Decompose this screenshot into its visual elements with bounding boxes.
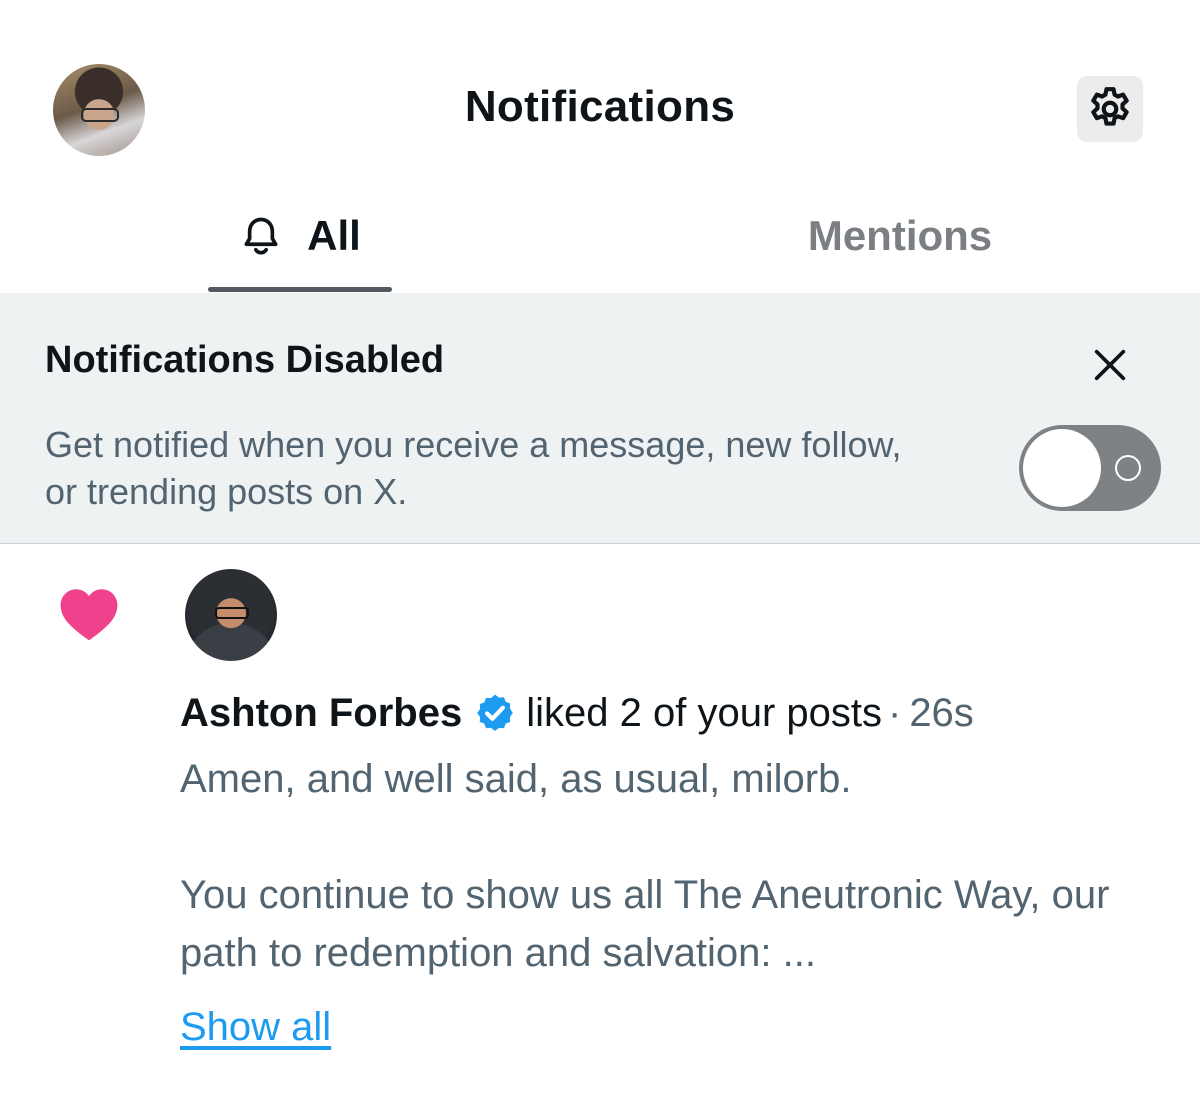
heart-icon bbox=[60, 589, 118, 641]
verified-badge-icon bbox=[477, 694, 514, 731]
notification-header: Ashton Forbes liked 2 of your posts · 26… bbox=[180, 687, 974, 739]
tab-label: Mentions bbox=[807, 212, 993, 259]
post-preview-text: Amen, and well said, as usual, milorb. Y… bbox=[180, 757, 1110, 975]
show-all-link[interactable]: Show all bbox=[180, 1005, 331, 1050]
action-text: liked 2 of your posts bbox=[526, 690, 882, 735]
time-separator: · bbox=[887, 690, 902, 735]
user-name[interactable]: Ashton Forbes bbox=[180, 691, 462, 736]
header: Notifications bbox=[0, 0, 1200, 180]
notification-item[interactable]: Ashton Forbes liked 2 of your posts · 26… bbox=[0, 545, 1200, 1094]
tab-label: All bbox=[307, 212, 361, 259]
banner-close-button[interactable] bbox=[1088, 343, 1132, 387]
close-icon bbox=[1094, 349, 1126, 381]
tab-mentions[interactable]: Mentions bbox=[700, 180, 1100, 292]
active-tab-indicator bbox=[208, 287, 392, 292]
tab-bar: All Mentions bbox=[0, 180, 1200, 292]
user-avatar[interactable] bbox=[185, 569, 277, 661]
gear-icon bbox=[1091, 87, 1129, 126]
toggle-off-indicator bbox=[1115, 455, 1141, 481]
banner-description: Get notified when you receive a message,… bbox=[45, 424, 902, 512]
settings-button[interactable] bbox=[1077, 76, 1143, 142]
notifications-disabled-banner: Notifications Disabled Get notified when… bbox=[0, 293, 1200, 544]
timestamp: 26s bbox=[909, 690, 974, 735]
page-title: Notifications bbox=[464, 82, 736, 131]
banner-title: Notifications Disabled bbox=[45, 339, 445, 381]
notifications-screen: Notifications All Mentions Notifications… bbox=[0, 0, 1200, 1094]
tab-all[interactable]: All bbox=[208, 180, 392, 292]
bell-icon bbox=[244, 217, 278, 255]
toggle-knob bbox=[1023, 429, 1101, 507]
avatar-glasses bbox=[215, 607, 249, 619]
notifications-toggle[interactable] bbox=[1019, 425, 1161, 511]
